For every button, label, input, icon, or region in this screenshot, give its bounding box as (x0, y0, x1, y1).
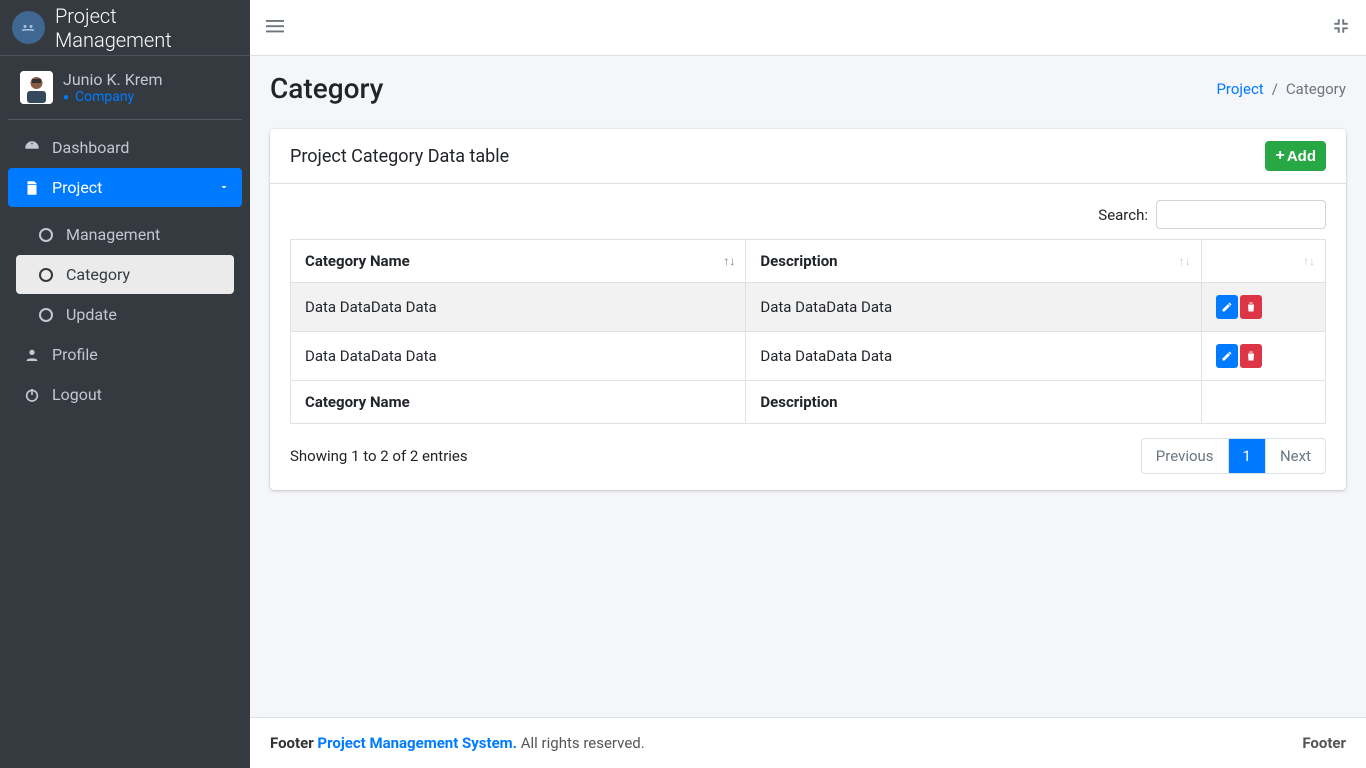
nav-project[interactable]: Project (8, 168, 242, 207)
search-label: Search: (1098, 206, 1148, 224)
footer-suffix: All rights reserved. (517, 734, 645, 752)
user-icon (20, 347, 44, 363)
circle-icon (34, 308, 58, 322)
th-actions[interactable]: ↑↓ (1201, 240, 1325, 283)
delete-button[interactable] (1240, 344, 1262, 368)
nav-sub-management-label: Management (66, 225, 160, 244)
project-icon (20, 179, 44, 197)
sort-icon: ↑↓ (1179, 254, 1191, 268)
brand-logo-icon (12, 11, 45, 44)
nav: Dashboard Project Management (0, 128, 250, 415)
nav-dashboard[interactable]: Dashboard (8, 128, 242, 167)
cell-name: Data DataData Data (291, 332, 746, 381)
nav-sub-update[interactable]: Update (16, 295, 234, 334)
brand[interactable]: Project Management (0, 0, 250, 56)
topbar (250, 0, 1366, 56)
nav-logout[interactable]: Logout (8, 375, 242, 414)
breadcrumb-current: Category (1264, 80, 1346, 98)
footer-link[interactable]: Project Management System. (317, 734, 517, 752)
card-title: Project Category Data table (290, 146, 509, 167)
footer-prefix: Footer (270, 734, 317, 752)
table-info: Showing 1 to 2 of 2 entries (290, 447, 468, 465)
circle-icon (34, 268, 58, 282)
fullscreen-collapse-icon[interactable] (1332, 17, 1350, 39)
data-table: Category Name↑↓ Description↑↓ ↑↓ Data Da… (290, 239, 1326, 424)
footer-right: Footer (1302, 734, 1346, 752)
sort-icon: ↑↓ (1303, 254, 1315, 268)
add-button-label: Add (1287, 148, 1316, 165)
sidebar: Project Management Junio K. Krem Company… (0, 0, 250, 768)
user-name: Junio K. Krem (63, 70, 163, 89)
breadcrumb: Project Category (1216, 80, 1346, 98)
nav-project-sub: Management Category Update (8, 215, 242, 334)
user-panel: Junio K. Krem Company (8, 56, 242, 120)
card: Project Category Data table +Add Search:… (270, 129, 1346, 490)
sort-asc-icon: ↑↓ (723, 254, 735, 268)
nav-project-label: Project (52, 178, 102, 197)
datatable-footer: Showing 1 to 2 of 2 entries Previous 1 N… (290, 438, 1326, 474)
nav-sub-category[interactable]: Category (16, 255, 234, 294)
add-button[interactable]: +Add (1265, 141, 1326, 171)
page-1[interactable]: 1 (1229, 439, 1266, 473)
cell-desc: Data DataData Data (746, 332, 1201, 381)
th-name[interactable]: Category Name↑↓ (291, 240, 746, 283)
nav-logout-label: Logout (52, 385, 102, 404)
nav-sub-category-label: Category (66, 265, 130, 284)
page-next[interactable]: Next (1266, 439, 1325, 473)
user-company[interactable]: Company (63, 89, 163, 105)
nav-sub-management[interactable]: Management (16, 215, 234, 254)
card-header: Project Category Data table +Add (270, 129, 1346, 184)
avatar (20, 71, 53, 104)
content-header: Category Project Category (250, 56, 1366, 113)
circle-icon (34, 228, 58, 242)
delete-button[interactable] (1240, 295, 1262, 319)
tf-actions (1201, 381, 1325, 424)
th-desc[interactable]: Description↑↓ (746, 240, 1201, 283)
nav-profile-label: Profile (52, 345, 98, 364)
power-icon (20, 387, 44, 403)
nav-profile[interactable]: Profile (8, 335, 242, 374)
cell-desc: Data DataData Data (746, 283, 1201, 332)
nav-dashboard-label: Dashboard (52, 138, 129, 157)
footer-left: Footer Project Management System. All ri… (270, 734, 645, 752)
table-row: Data DataData Data Data DataData Data (291, 283, 1326, 332)
tf-name: Category Name (291, 381, 746, 424)
edit-button[interactable] (1216, 295, 1238, 319)
footer: Footer Project Management System. All ri… (250, 717, 1366, 768)
dashboard-icon (20, 139, 44, 157)
brand-title: Project Management (55, 4, 238, 52)
chevron-down-icon (218, 178, 230, 197)
breadcrumb-project[interactable]: Project (1216, 80, 1263, 98)
edit-button[interactable] (1216, 344, 1238, 368)
table-row: Data DataData Data Data DataData Data (291, 332, 1326, 381)
cell-name: Data DataData Data (291, 283, 746, 332)
tf-desc: Description (746, 381, 1201, 424)
nav-sub-update-label: Update (66, 305, 117, 324)
pagination: Previous 1 Next (1141, 438, 1326, 474)
datatable-toolbar: Search: (290, 200, 1326, 229)
plus-icon: + (1275, 147, 1284, 165)
main-content: Category Project Category Project Catego… (250, 0, 1366, 768)
page-prev[interactable]: Previous (1142, 439, 1229, 473)
menu-toggle-icon[interactable] (266, 17, 284, 39)
page-title: Category (270, 72, 383, 105)
search-input[interactable] (1156, 200, 1326, 229)
